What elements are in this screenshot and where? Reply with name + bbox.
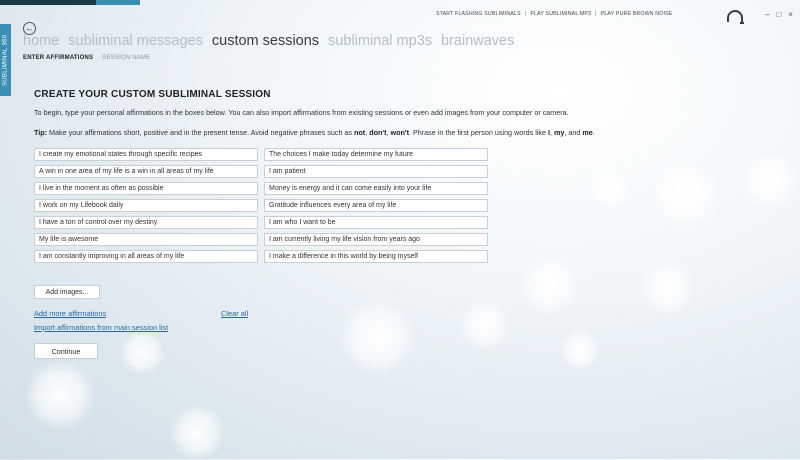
tip-word-dont: don't bbox=[369, 128, 387, 137]
play-brown-noise-link[interactable]: PLAY PURE BROWN NOISE bbox=[601, 11, 673, 17]
continue-button[interactable]: Continue bbox=[34, 343, 98, 359]
background-bokeh bbox=[640, 260, 695, 315]
affirmation-field[interactable]: The choices I make today determine my fu… bbox=[264, 148, 488, 161]
add-images-button[interactable]: Add images... bbox=[34, 285, 100, 299]
affirmation-field[interactable]: I am currently living my life vision fro… bbox=[264, 233, 488, 246]
tip-word-wont: won't bbox=[390, 128, 409, 137]
background-bokeh bbox=[560, 330, 600, 370]
affirmation-field[interactable]: A win in one area of my life is a win in… bbox=[34, 165, 258, 178]
back-arrow-icon: ← bbox=[25, 23, 34, 33]
tip-text-1: Make your affirmations short, positive a… bbox=[47, 128, 355, 137]
nav-custom-sessions[interactable]: custom sessions bbox=[212, 33, 319, 49]
affirmation-field[interactable]: I create my emotional states through spe… bbox=[34, 148, 258, 161]
main-nav: home subliminal messages custom sessions… bbox=[23, 33, 514, 49]
background-bokeh bbox=[650, 160, 720, 230]
affirmation-field[interactable]: Money is energy and it can come easily i… bbox=[264, 182, 488, 195]
maximize-icon[interactable]: □ bbox=[776, 10, 781, 19]
start-flashing-link[interactable]: START FLASHING SUBLIMINALS bbox=[436, 11, 521, 17]
affirmation-field[interactable]: I have a ton of control over my destiny bbox=[34, 216, 258, 229]
affirmation-field[interactable]: I live in the moment as often as possibl… bbox=[34, 182, 258, 195]
tip-end: . bbox=[592, 128, 595, 137]
background-bokeh bbox=[520, 255, 580, 315]
tip-word-not: not bbox=[354, 128, 366, 137]
app-logo-icon bbox=[727, 10, 744, 24]
title-bar-accent bbox=[96, 0, 140, 5]
page-title: CREATE YOUR CUSTOM SUBLIMINAL SESSION bbox=[34, 89, 271, 100]
affirmation-grid: I create my emotional states through spe… bbox=[34, 148, 488, 263]
import-affirmations-link[interactable]: Import affirmations from main session li… bbox=[34, 323, 168, 332]
play-mp3-link[interactable]: PLAY SUBLIMINAL MP3 bbox=[530, 11, 591, 17]
nav-subliminal-mp3s[interactable]: subliminal mp3s bbox=[328, 33, 432, 49]
affirmation-field[interactable]: I am patient bbox=[264, 165, 488, 178]
top-links: START FLASHING SUBLIMINALS | PLAY SUBLIM… bbox=[436, 11, 672, 17]
nav-brainwaves[interactable]: brainwaves bbox=[441, 33, 514, 49]
clear-all-link[interactable]: Clear all bbox=[221, 309, 248, 318]
tip-word-my: my bbox=[554, 128, 565, 137]
background-bokeh bbox=[590, 170, 630, 210]
affirmation-field[interactable]: My life is awesome bbox=[34, 233, 258, 246]
affirmation-field[interactable]: Gratitude influences every area of my li… bbox=[264, 199, 488, 212]
background-bokeh bbox=[740, 150, 800, 210]
background-bokeh bbox=[120, 330, 165, 375]
tip-text: Tip: Make your affirmations short, posit… bbox=[34, 128, 595, 137]
affirmation-field[interactable]: I am who I want to be bbox=[264, 216, 488, 229]
separator: | bbox=[524, 11, 527, 17]
tab-enter-affirmations[interactable]: ENTER AFFIRMATIONS bbox=[23, 55, 93, 61]
window-controls: – □ × bbox=[765, 10, 793, 19]
affirmation-field[interactable]: I make a difference in this world by bei… bbox=[264, 250, 488, 263]
tip-and: , and bbox=[564, 128, 583, 137]
tip-label: Tip: bbox=[34, 128, 48, 137]
side-app-tab[interactable]: SUBLIMINAL 360 bbox=[0, 24, 11, 96]
background-bokeh bbox=[170, 405, 225, 460]
background-bokeh bbox=[25, 360, 95, 430]
close-icon[interactable]: × bbox=[788, 10, 793, 19]
minimize-icon[interactable]: – bbox=[765, 10, 769, 19]
affirmation-field[interactable]: I work on my Lifebook daily bbox=[34, 199, 258, 212]
tip-text-2: . Phrase in the first person using words… bbox=[408, 128, 549, 137]
tab-session-name[interactable]: SESSION NAME bbox=[102, 55, 150, 61]
tip-word-me: me bbox=[582, 128, 593, 137]
add-more-affirmations-link[interactable]: Add more affirmations bbox=[34, 309, 106, 318]
nav-home[interactable]: home bbox=[23, 33, 59, 49]
separator: | bbox=[595, 11, 597, 17]
intro-text: To begin, type your personal affirmation… bbox=[34, 108, 569, 117]
affirmation-field[interactable]: I am constantly improving in all areas o… bbox=[34, 250, 258, 263]
sub-nav: ENTER AFFIRMATIONS SESSION NAME bbox=[23, 55, 150, 61]
background-bokeh bbox=[340, 300, 415, 375]
background-bokeh bbox=[460, 300, 510, 350]
nav-subliminal-messages[interactable]: subliminal messages bbox=[68, 33, 203, 49]
